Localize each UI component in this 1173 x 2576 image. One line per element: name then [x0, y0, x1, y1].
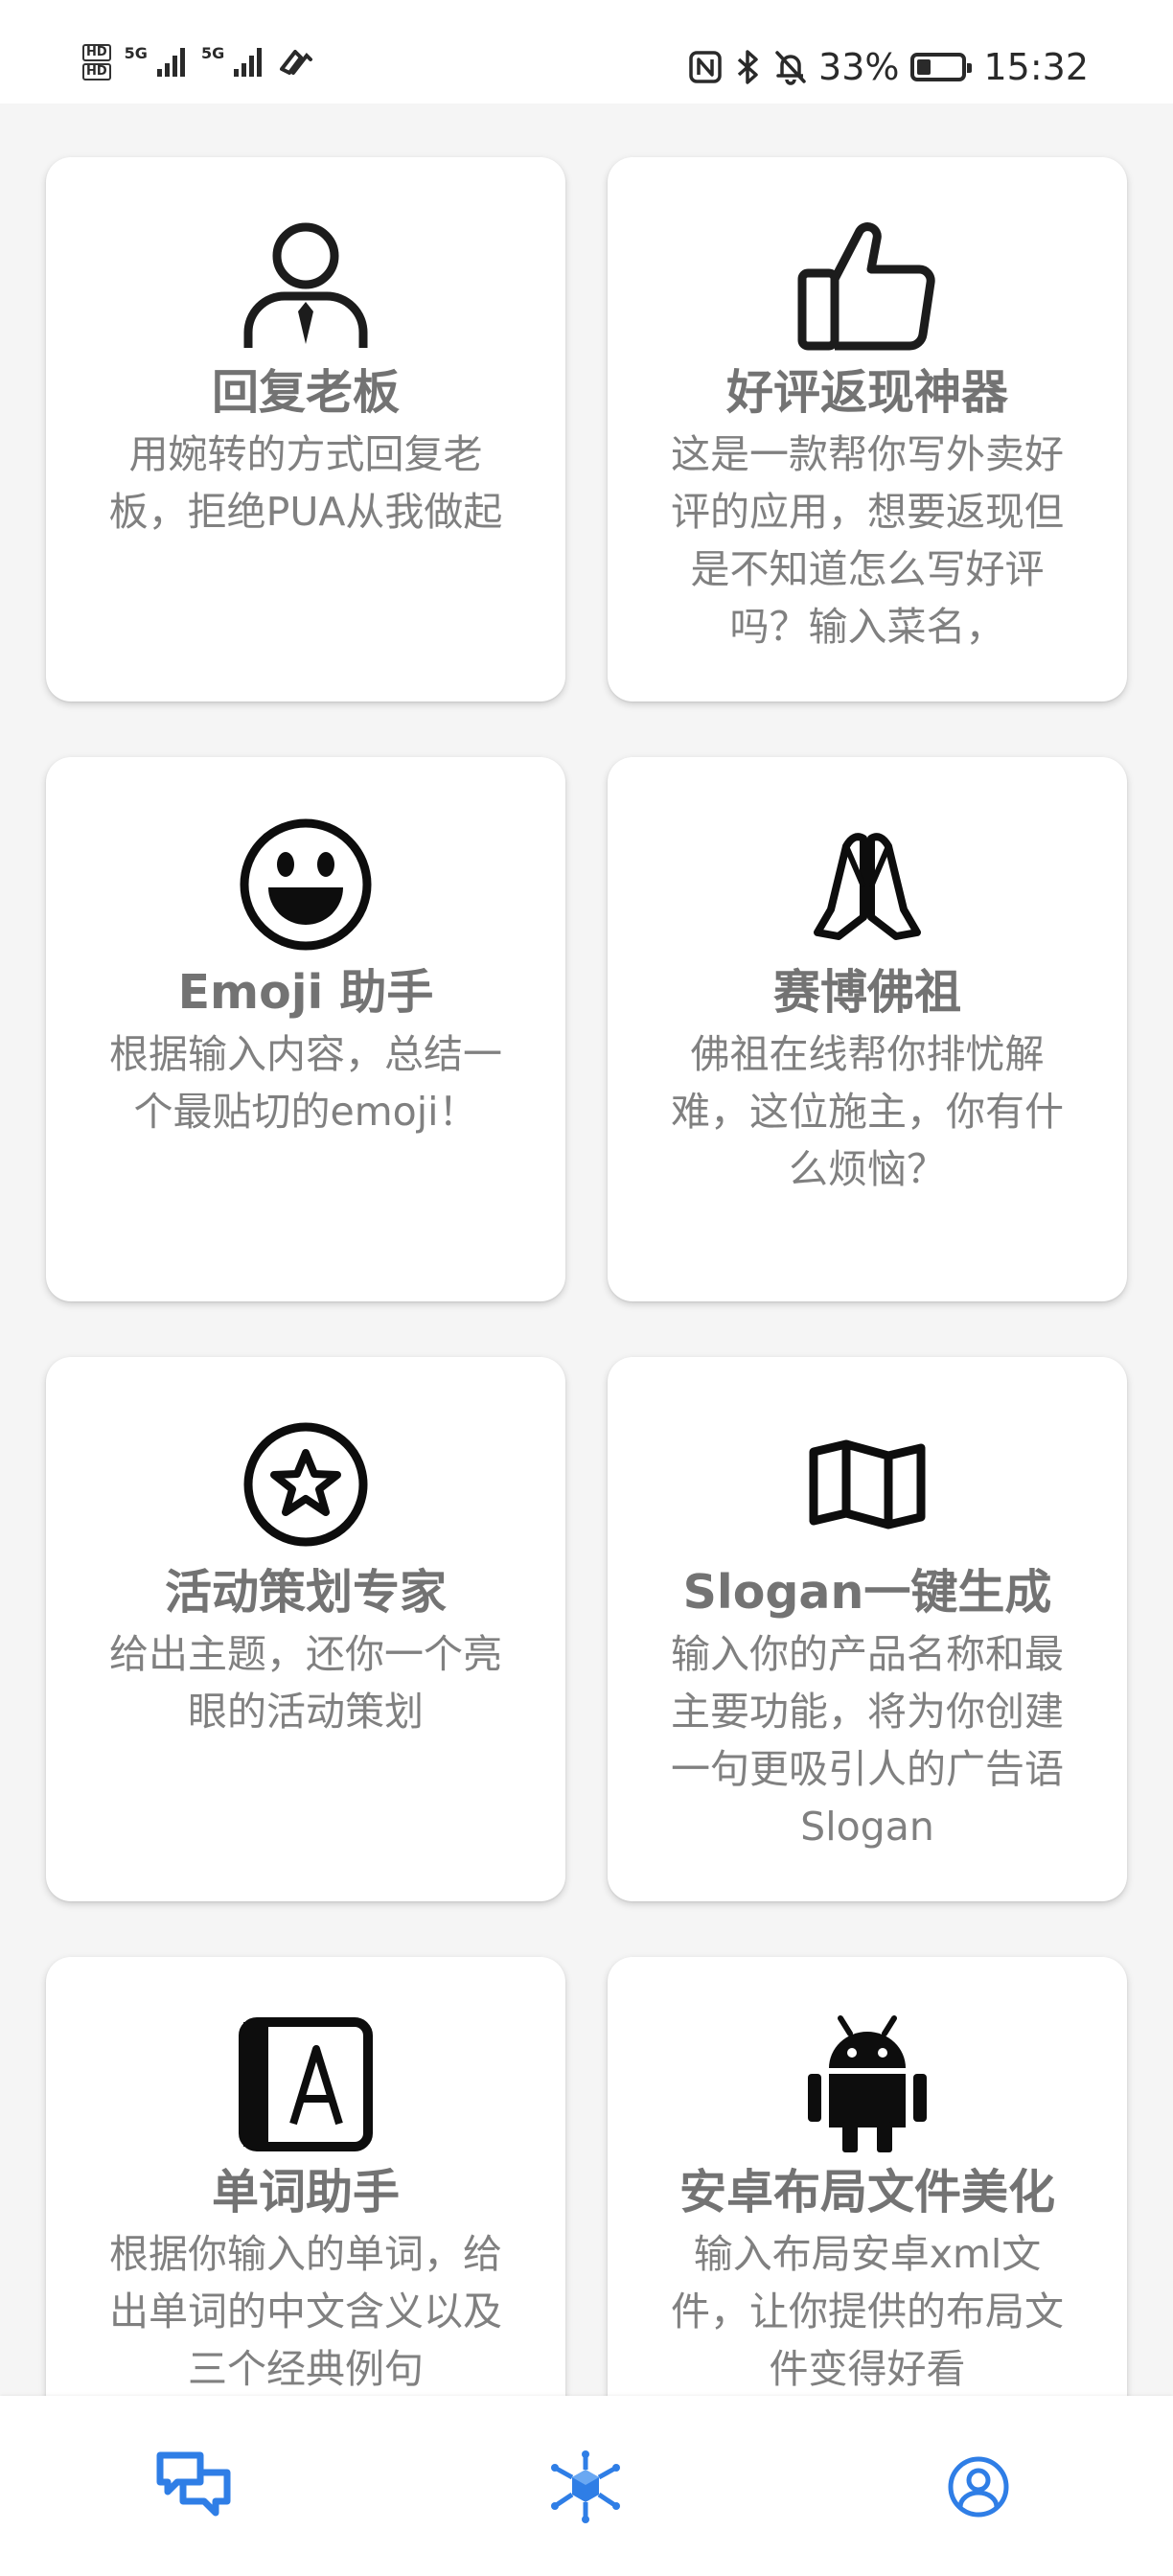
- cube-network-icon: [551, 2450, 620, 2523]
- battery-percent: 33%: [818, 46, 900, 88]
- nav-tab-discover[interactable]: [533, 2434, 638, 2540]
- praying-hands-icon: [814, 833, 921, 940]
- tool-card-event-planner[interactable]: 活动策划专家 给出主题，还你一个亮眼的活动策划: [46, 1357, 565, 1901]
- tool-grid: 回复老板 用婉转的方式回复老板，拒绝PUA从我做起 好评返现神器 这是一款帮你写…: [46, 157, 1127, 2396]
- card-description: 这是一款帮你写外卖好评的应用，想要返现但是不知道怎么写好评吗？输入菜名，: [671, 431, 1064, 650]
- smiley-face-icon: [240, 818, 372, 951]
- nav-tab-profile[interactable]: [926, 2434, 1031, 2540]
- app-screen: HD HD 5G 5G 33% 15:32 回复老板 用婉转的方式回复老板，拒绝…: [0, 0, 1173, 2576]
- bell-muted-icon: [775, 51, 806, 85]
- star-circle-icon: [243, 1422, 368, 1547]
- user-profile-icon: [948, 2456, 1009, 2518]
- battery-icon: [910, 53, 973, 81]
- tool-card-word-assistant[interactable]: 单词助手 根据你输入的单词，给出单词的中文含义以及三个经典例句: [46, 1957, 565, 2396]
- network-type-1: 5G: [124, 44, 148, 62]
- status-bar: HD HD 5G 5G 33% 15:32: [0, 0, 1173, 104]
- thumbs-up-icon: [797, 222, 935, 351]
- card-description: 给出主题，还你一个亮眼的活动策划: [109, 1631, 502, 1735]
- tool-card-slogan-generator[interactable]: Slogan一键生成 输入你的产品名称和最主要功能，将为你创建一句更吸引人的广告…: [608, 1357, 1127, 1901]
- card-description: 佛祖在线帮你排忧解难，这位施主，你有什么烦恼？: [671, 1031, 1064, 1192]
- network-type-2: 5G: [200, 44, 225, 62]
- card-description: 用婉转的方式回复老板，拒绝PUA从我做起: [108, 431, 503, 535]
- status-right: 33% 15:32: [688, 44, 1089, 90]
- signal-icon-2: [234, 48, 263, 77]
- card-description: 根据你输入的单词，给出单词的中文含义以及三个经典例句: [109, 2231, 502, 2392]
- chat-bubbles-icon: [156, 2451, 231, 2517]
- card-title: 活动策划专家: [164, 1565, 447, 1620]
- data-sync-icon: [280, 50, 313, 75]
- card-description: 输入你的产品名称和最主要功能，将为你创建一句更吸引人的广告语Slogan: [671, 1631, 1064, 1850]
- signal-icon: [156, 48, 185, 77]
- card-title: 好评返现神器: [725, 365, 1008, 420]
- nav-tab-chat[interactable]: [142, 2434, 247, 2540]
- person-tie-icon: [243, 222, 368, 348]
- hd-label-2: HD: [82, 63, 111, 80]
- bottom-navigation: [0, 2396, 1173, 2576]
- tool-card-cyber-buddha[interactable]: 赛博佛祖 佛祖在线帮你排忧解难，这位施主，你有什么烦恼？: [608, 757, 1127, 1301]
- hd-label-1: HD: [82, 44, 111, 61]
- map-icon: [809, 1439, 926, 1530]
- card-title: Slogan一键生成: [682, 1565, 1052, 1620]
- hd-indicator: HD HD: [82, 44, 111, 80]
- android-icon: [808, 2015, 927, 2152]
- tool-card-reply-boss[interactable]: 回复老板 用婉转的方式回复老板，拒绝PUA从我做起: [46, 157, 565, 702]
- card-title: Emoji 助手: [177, 965, 434, 1020]
- card-title: 安卓布局文件美化: [678, 2165, 1055, 2220]
- tool-card-android-layout[interactable]: 安卓布局文件美化 输入布局安卓xml文件，让你提供的布局文件变得好看: [608, 1957, 1127, 2396]
- nfc-icon: [689, 51, 722, 83]
- clock: 15:32: [983, 46, 1089, 88]
- tool-card-emoji-assistant[interactable]: Emoji 助手 根据输入内容，总结一个最贴切的emoji！: [46, 757, 565, 1301]
- tool-card-review-cashback[interactable]: 好评返现神器 这是一款帮你写外卖好评的应用，想要返现但是不知道怎么写好评吗？输入…: [608, 157, 1127, 702]
- tool-list[interactable]: 回复老板 用婉转的方式回复老板，拒绝PUA从我做起 好评返现神器 这是一款帮你写…: [0, 104, 1173, 2396]
- card-title: 赛博佛祖: [772, 965, 961, 1020]
- card-description: 根据输入内容，总结一个最贴切的emoji！: [109, 1031, 502, 1135]
- card-title: 单词助手: [211, 2165, 400, 2220]
- bluetooth-icon: [737, 50, 758, 84]
- card-description: 输入布局安卓xml文件，让你提供的布局文件变得好看: [671, 2231, 1064, 2392]
- status-left: HD HD 5G 5G: [82, 44, 314, 80]
- card-title: 回复老板: [211, 365, 400, 420]
- dictionary-icon: [239, 2017, 373, 2151]
